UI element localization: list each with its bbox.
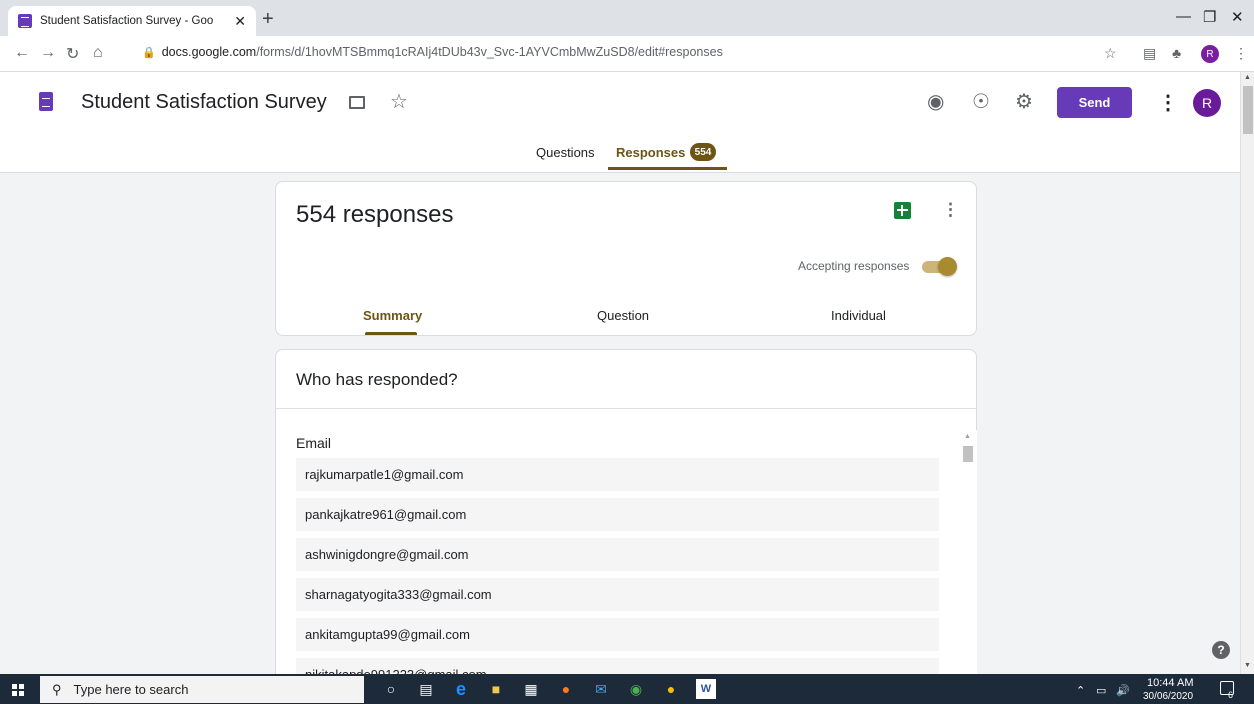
maximize-icon[interactable]: ❐ (1203, 8, 1216, 26)
extension-icon[interactable]: ▤ (1143, 45, 1156, 62)
active-tab-indicator (608, 167, 727, 170)
list-item: ashwinigdongre@gmail.com (296, 538, 939, 571)
reload-icon[interactable]: ↻ (66, 44, 79, 64)
responses-count-title: 554 responses (296, 201, 454, 228)
avatar[interactable]: R (1193, 89, 1221, 117)
forms-icon[interactable] (39, 92, 53, 111)
page-scrollbar[interactable]: ▲ ▼ (1240, 72, 1254, 674)
browser-toolbar: ← → ↻ ⌂ 🔒 docs.google.com/forms/d/1hovMTS… (0, 36, 1254, 72)
list-item: sharnagatyogita333@gmail.com (296, 578, 939, 611)
list-item: ankitamgupta99@gmail.com (296, 618, 939, 651)
address-bar[interactable]: 🔒 docs.google.com/forms/d/1hovMTSBmmq1cRA… (142, 45, 723, 59)
toggle-knob (938, 257, 957, 276)
page-scrollbar-thumb[interactable] (1243, 86, 1253, 134)
notification-count: 6 (1228, 690, 1234, 700)
star-icon[interactable]: ☆ (390, 89, 408, 114)
back-icon[interactable]: ← (14, 44, 30, 62)
folder-icon[interactable] (349, 96, 365, 109)
responses-count-badge: 554 (690, 143, 716, 161)
tab-title: Student Satisfaction Survey - Goo (40, 15, 214, 27)
mail-icon[interactable]: ✉ (591, 679, 611, 699)
email-column-header: Email (296, 435, 332, 451)
chrome-icon[interactable]: ● (661, 679, 681, 699)
form-title[interactable]: Student Satisfaction Survey (81, 91, 327, 114)
firefox-icon[interactable]: ● (556, 679, 576, 699)
card-divider (276, 408, 976, 409)
responses-more-icon[interactable]: ⋮ (942, 200, 959, 220)
bookmark-star-icon[interactable]: ☆ (1104, 45, 1117, 62)
tab-questions[interactable]: Questions (536, 145, 595, 160)
edge-icon[interactable]: e (451, 679, 471, 699)
clock-time[interactable]: 10:44 AM (1147, 677, 1193, 689)
scroll-down-icon[interactable]: ▼ (1244, 662, 1251, 669)
subtab-individual[interactable]: Individual (831, 308, 886, 323)
tray-chevron-icon[interactable]: ⌃ (1076, 684, 1085, 697)
scroll-up-icon[interactable]: ▲ (1244, 74, 1251, 81)
who-responded-title: Who has responded? (296, 370, 458, 389)
list-scroll-up-icon[interactable]: ▲ (964, 433, 971, 440)
accepting-responses-label: Accepting responses (798, 259, 910, 273)
clock-date[interactable]: 30/06/2020 (1143, 691, 1193, 702)
forms-favicon-icon (18, 14, 32, 28)
search-icon: ⚲ (52, 681, 62, 697)
palette-icon[interactable]: ◉ (927, 89, 944, 114)
accepting-responses-toggle[interactable] (920, 257, 957, 276)
send-button[interactable]: Send (1057, 87, 1132, 118)
window-close-icon[interactable]: ✕ (1231, 8, 1244, 26)
extensions-puzzle-icon[interactable]: ♣ (1172, 45, 1181, 61)
active-subtab-indicator (365, 332, 417, 335)
word-icon[interactable]: W (696, 679, 716, 699)
file-explorer-icon[interactable]: ■ (486, 679, 506, 699)
list-item: pankajkatre961@gmail.com (296, 498, 939, 531)
home-icon[interactable]: ⌂ (93, 44, 103, 62)
email-list-scrollbar-thumb[interactable] (963, 446, 973, 462)
browser-tabstrip: Student Satisfaction Survey - Goo ✕ + — … (0, 0, 1254, 36)
help-icon[interactable]: ? (1212, 641, 1230, 659)
battery-icon[interactable]: ▭ (1096, 684, 1106, 697)
app-icon[interactable]: ◉ (626, 679, 646, 699)
cortana-icon[interactable]: ○ (381, 679, 401, 699)
chrome-menu-icon[interactable]: ⋮ (1234, 45, 1248, 62)
new-tab-button[interactable]: + (262, 8, 274, 31)
eye-icon[interactable]: ☉ (972, 89, 990, 114)
subtab-question[interactable]: Question (597, 308, 649, 323)
sheets-icon[interactable] (894, 202, 911, 219)
more-vert-icon[interactable]: ⋮ (1158, 90, 1178, 115)
lock-icon: 🔒 (142, 47, 156, 59)
taskbar-search-input[interactable]: ⚲ Type here to search (40, 676, 364, 703)
url-host: docs.google.com (161, 45, 257, 59)
windows-icon[interactable] (12, 684, 24, 696)
task-view-icon[interactable]: ▤ (416, 679, 436, 699)
tab-responses[interactable]: Responses (616, 145, 685, 160)
taskbar-search-placeholder: Type here to search (73, 682, 189, 697)
browser-tab[interactable]: Student Satisfaction Survey - Goo ✕ (8, 6, 256, 36)
subtab-summary[interactable]: Summary (363, 308, 422, 323)
tab-close-icon[interactable]: ✕ (234, 13, 246, 30)
email-list-scrollbar[interactable]: ▲ (959, 430, 977, 674)
email-list[interactable]: rajkumarpatle1@gmail.com pankajkatre961@… (296, 458, 939, 674)
forward-icon[interactable]: → (40, 44, 56, 62)
store-icon[interactable]: ▦ (521, 679, 541, 699)
browser-profile-avatar[interactable]: R (1201, 45, 1219, 63)
minimize-icon[interactable]: — (1176, 8, 1191, 25)
url-path: /forms/d/1hovMTSBmmq1cRAIj4tDUb43v_Svc-1… (256, 45, 723, 59)
list-item: nikitakapde991223@gmail.com (296, 658, 939, 674)
list-item: rajkumarpatle1@gmail.com (296, 458, 939, 491)
gear-icon[interactable]: ⚙ (1015, 89, 1033, 114)
volume-icon[interactable]: 🔊 (1116, 684, 1130, 697)
